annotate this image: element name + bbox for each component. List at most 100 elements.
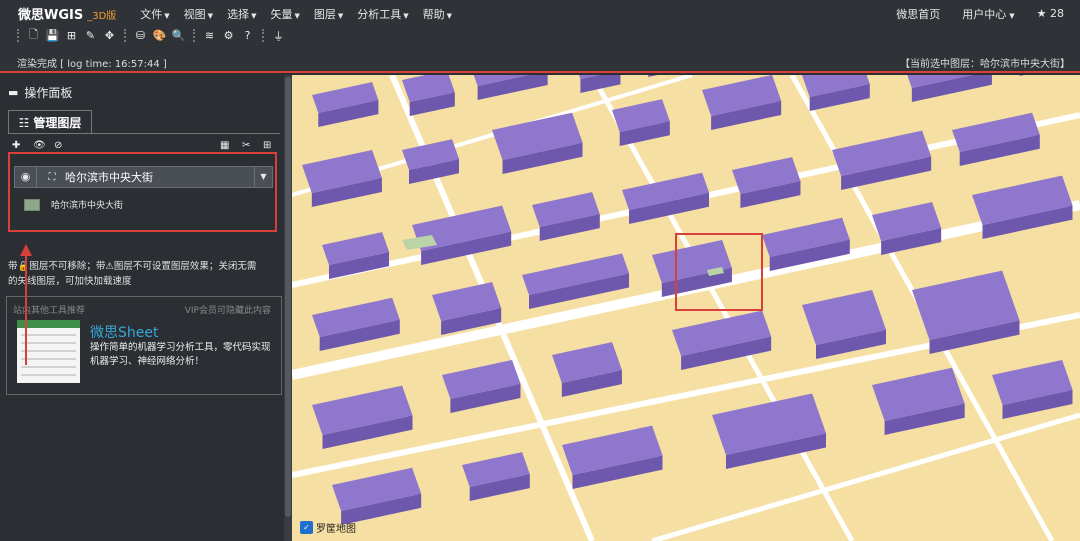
right-menus: 微思首页 用户中心 ▼ ★ 28 bbox=[874, 0, 1064, 27]
menu-label: 分析工具 bbox=[357, 7, 402, 21]
map-selection-highlight bbox=[675, 233, 763, 311]
thumbnail-line bbox=[21, 334, 76, 336]
move-icon[interactable]: ✥ bbox=[100, 29, 119, 42]
layer-name: 哈尔滨市中央大街 bbox=[65, 171, 153, 184]
layer-group-icon[interactable]: ⛁ bbox=[131, 29, 150, 42]
chevron-down-icon: ▼ bbox=[1009, 11, 1015, 20]
toolbar-separator bbox=[262, 29, 264, 42]
chevron-down-icon: ▼ bbox=[403, 11, 409, 20]
tools-icon[interactable]: ✂ bbox=[242, 140, 250, 151]
legend-swatch bbox=[24, 198, 40, 211]
promo-description: 操作简单的机器学习分析工具，零代码实现机器学习、神经网络分析！ bbox=[90, 342, 271, 367]
edit-icon[interactable]: ✎ bbox=[81, 29, 100, 42]
tab-manage-layers[interactable]: ☷ 管理图层 bbox=[8, 110, 92, 134]
panel-title-text: 操作面板 bbox=[24, 86, 73, 100]
show-all-icon[interactable]: 👁 bbox=[33, 140, 46, 151]
thumbnail-line bbox=[21, 374, 76, 376]
menu-item[interactable]: 图层 ▼ bbox=[314, 6, 343, 22]
chevron-down-icon: ▼ bbox=[294, 11, 300, 20]
calculator-icon[interactable]: ▦ bbox=[220, 140, 229, 151]
current-layer-status: 【当前选中图层：哈尔滨市中央大街】 bbox=[900, 59, 1070, 70]
thumbnail-line bbox=[21, 350, 76, 352]
brand-name: 微思WGIS bbox=[18, 8, 84, 23]
save-icon[interactable]: 💾 bbox=[43, 29, 62, 42]
map-logo-text: 罗筐地图 bbox=[316, 524, 356, 535]
layer-legend: 哈尔滨市中央大街 bbox=[24, 198, 123, 211]
annotation-arrow-head bbox=[20, 244, 32, 256]
polygon-type-icon: ⛶ bbox=[48, 171, 56, 183]
menu-item[interactable]: 视图 ▼ bbox=[184, 6, 213, 22]
menu-item[interactable]: 分析工具 ▼ bbox=[357, 6, 408, 22]
toolbar-separator bbox=[193, 29, 195, 42]
user-center-label: 用户中心 bbox=[962, 7, 1007, 21]
chevron-down-icon: ▼ bbox=[164, 11, 170, 20]
chevron-down-icon: ▼ bbox=[251, 11, 257, 20]
scrollbar-thumb[interactable] bbox=[285, 77, 291, 517]
tab-label: 管理图层 bbox=[33, 116, 82, 130]
menu-item[interactable]: 帮助 ▼ bbox=[423, 6, 452, 22]
toolbar-separator bbox=[17, 29, 19, 42]
star-counter[interactable]: ★ 28 bbox=[1037, 7, 1064, 20]
menu-label: 矢量 bbox=[270, 7, 293, 21]
note-line-1: 带🔒图层不可移除；带⚠图层不可设置图层效果；关闭无需 bbox=[8, 261, 257, 272]
promo-header: 站内其他工具推荐 bbox=[13, 306, 86, 316]
tab-divider bbox=[8, 133, 280, 134]
chevron-down-icon: ▼ bbox=[337, 11, 344, 20]
plugin-icon[interactable]: ⏚ bbox=[269, 28, 288, 44]
map-view[interactable]: ✓ 罗筐地图 bbox=[292, 75, 1080, 541]
menu-item[interactable]: 选择 ▼ bbox=[227, 6, 256, 22]
menu-bar: 微思WGIS _3D版 文件 ▼ 视图 ▼ 选择 ▼ 矢量 ▼ 图层 ▼ 分析工具 ▼ 帮助 ▼ 微思首页 … bbox=[0, 0, 1080, 27]
brand-version: _3D版 bbox=[87, 11, 117, 22]
add-icon[interactable]: ⊞ bbox=[62, 29, 81, 42]
toolbar-separator bbox=[124, 29, 126, 42]
building-side bbox=[1019, 75, 1025, 76]
help-icon[interactable]: ? bbox=[238, 29, 257, 42]
annotation-arrow-line bbox=[25, 255, 27, 365]
menu-label: 选择 bbox=[227, 7, 250, 21]
operation-panel: ▬ 操作面板 ☷ 管理图层 ✚ 👁 ⊘ ▦ ✂ ⊞ ◉ ⛶ 哈尔滨市中央大街 ▼ bbox=[0, 75, 292, 541]
user-center-menu[interactable]: 用户中心 ▼ bbox=[962, 6, 1014, 22]
main-menus: 文件 ▼ 视图 ▼ 选择 ▼ 矢量 ▼ 图层 ▼ 分析工具 ▼ 帮助 ▼ bbox=[140, 6, 466, 22]
legend-label: 哈尔滨市中央大街 bbox=[51, 201, 124, 211]
note-line-2: 的矢线图层，可加快加载速度 bbox=[8, 276, 132, 287]
building-side bbox=[648, 75, 658, 77]
file-new-icon[interactable]: 🗋 bbox=[24, 26, 43, 45]
map-attribution: ✓ 罗筐地图 bbox=[300, 520, 356, 535]
chevron-down-icon: ▼ bbox=[446, 11, 453, 20]
table-icon[interactable]: ⊞ bbox=[263, 140, 271, 151]
add-layer-icon[interactable]: ✚ bbox=[12, 140, 20, 151]
chevron-down-icon: ▼ bbox=[207, 11, 214, 20]
promo-vip-hint[interactable]: VIP会员可隐藏此内容 bbox=[185, 303, 271, 316]
visibility-icon[interactable]: ◉ bbox=[15, 167, 37, 187]
caret-down-icon[interactable]: ▼ bbox=[254, 167, 272, 187]
star-icon: ★ bbox=[1036, 7, 1047, 20]
list-icon: ☷ bbox=[18, 115, 30, 130]
layers-icon[interactable]: ≋ bbox=[200, 29, 219, 42]
home-link[interactable]: 微思首页 bbox=[896, 6, 940, 22]
menu-label: 帮助 bbox=[422, 7, 445, 21]
hide-all-icon[interactable]: ⊘ bbox=[54, 140, 62, 151]
layer-item-highlight: ◉ ⛶ 哈尔滨市中央大街 ▼ 哈尔滨市中央大街 bbox=[8, 152, 277, 232]
thumbnail-line bbox=[21, 342, 76, 344]
thumbnail-line bbox=[21, 366, 76, 368]
search-icon[interactable]: 🔍 bbox=[169, 29, 188, 42]
thumbnail-line bbox=[21, 358, 76, 360]
menu-label: 视图 bbox=[183, 7, 206, 21]
panel-title: ▬ 操作面板 bbox=[8, 84, 72, 101]
app-window: 微思WGIS _3D版 文件 ▼ 视图 ▼ 选择 ▼ 矢量 ▼ 图层 ▼ 分析工具 ▼ 帮助 ▼ 微思首页 … bbox=[0, 0, 1080, 541]
promo-title[interactable]: 微思Sheet bbox=[90, 322, 158, 342]
promo-card[interactable]: 站内其他工具推荐 VIP会员可隐藏此内容 微思Sheet 操作简单的机器学习分析… bbox=[6, 296, 282, 395]
render-status: 渲染完成 [ log time: 16:57:44 ] bbox=[17, 59, 167, 70]
toolbar: 🗋 💾 ⊞ ✎ ✥ ⛁ 🎨 🔍 ≋ ⚙? ⏚ bbox=[0, 25, 1080, 46]
menu-label: 图层 bbox=[313, 7, 336, 21]
menu-item[interactable]: 矢量 ▼ bbox=[270, 6, 299, 22]
status-bar: 渲染完成 [ log time: 16:57:44 ] 【当前选中图层：哈尔滨市… bbox=[0, 47, 1080, 73]
menu-label: 文件 bbox=[140, 7, 163, 21]
map-logo-icon: ✓ bbox=[300, 521, 313, 534]
menu-item[interactable]: 文件 ▼ bbox=[140, 6, 169, 22]
app-brand[interactable]: 微思WGIS _3D版 bbox=[18, 4, 116, 23]
palette-icon[interactable]: 🎨 bbox=[150, 29, 169, 42]
layer-row[interactable]: ◉ ⛶ 哈尔滨市中央大街 ▼ bbox=[14, 166, 273, 188]
gear-icon[interactable]: ⚙ bbox=[219, 29, 238, 42]
panel-icon: ▬ bbox=[8, 86, 19, 99]
